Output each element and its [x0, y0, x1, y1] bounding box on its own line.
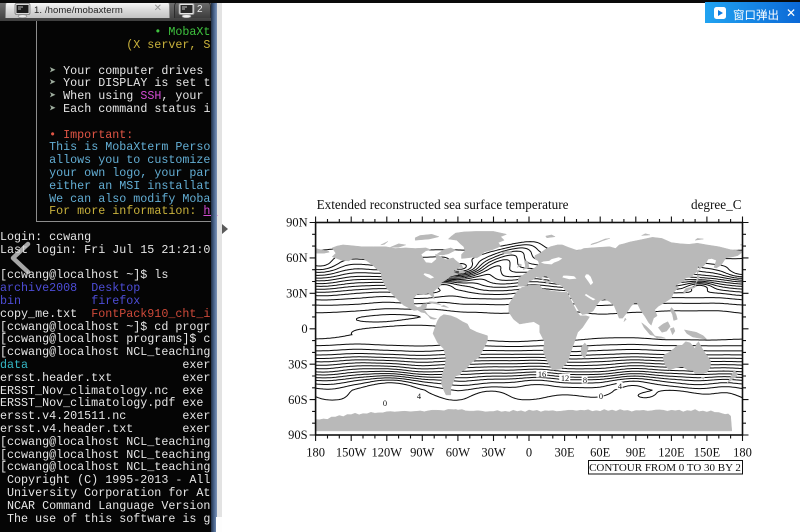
svg-text:0: 0 — [301, 322, 307, 336]
svg-text:150E: 150E — [694, 446, 721, 460]
svg-text:90W: 90W — [410, 446, 435, 460]
svg-text:30N: 30N — [286, 287, 308, 301]
svg-text:Extended reconstructed sea sur: Extended reconstructed sea surface tempe… — [317, 197, 569, 212]
svg-text:12: 12 — [561, 374, 569, 383]
svg-text:degree_C: degree_C — [691, 197, 742, 212]
svg-text:CONTOUR FROM 0 TO 30 BY 2: CONTOUR FROM 0 TO 30 BY 2 — [589, 462, 741, 474]
svg-text:30W: 30W — [481, 446, 506, 460]
svg-text:8: 8 — [583, 376, 587, 385]
svg-text:120E: 120E — [658, 446, 685, 460]
svg-text:0: 0 — [526, 446, 532, 460]
svg-text:90N: 90N — [286, 216, 308, 230]
svg-text:30S: 30S — [288, 357, 308, 371]
svg-text:180: 180 — [733, 446, 752, 460]
svg-text:0: 0 — [599, 392, 603, 401]
svg-text:60S: 60S — [288, 393, 308, 407]
svg-text:90S: 90S — [288, 428, 308, 442]
svg-text:120W: 120W — [372, 446, 403, 460]
svg-text:90E: 90E — [626, 446, 647, 460]
svg-text:60W: 60W — [446, 446, 471, 460]
svg-text:0: 0 — [383, 399, 387, 408]
svg-text:16: 16 — [538, 370, 546, 379]
svg-text:180: 180 — [306, 446, 325, 460]
svg-text:60N: 60N — [286, 251, 308, 265]
svg-text:30E: 30E — [555, 446, 576, 460]
svg-text:150W: 150W — [336, 446, 367, 460]
svg-text:60E: 60E — [590, 446, 611, 460]
